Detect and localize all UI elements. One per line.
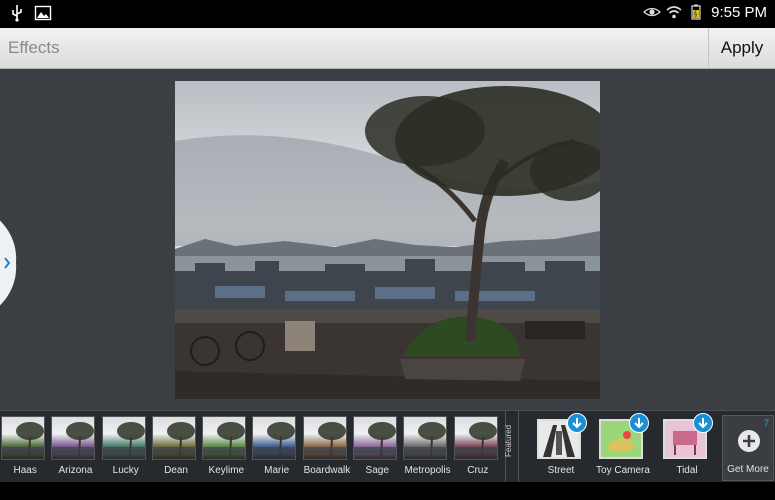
plus-icon — [738, 430, 760, 452]
filter-thumbnail — [151, 416, 196, 460]
usb-icon — [12, 5, 22, 22]
filter-thumbnail — [202, 416, 247, 460]
status-bar-left — [8, 4, 52, 22]
featured-label: Featured — [504, 424, 513, 457]
store-effect-label: Tidal — [676, 465, 698, 476]
photo-preview[interactable] — [175, 81, 600, 399]
filter-thumbnail — [1, 416, 45, 460]
filter-item[interactable]: Cruz — [453, 415, 503, 479]
effects-strip: Haas Arizona Lucky Dean Keylime Marie Boardwal… — [0, 410, 775, 483]
get-more-count: 7 — [763, 418, 769, 428]
download-icon[interactable] — [693, 413, 713, 433]
filter-thumbnail — [353, 416, 398, 460]
image-notification-icon — [34, 5, 52, 21]
status-bar-right: 9:55 PM — [643, 3, 767, 21]
filter-item[interactable]: Arizona — [50, 415, 100, 479]
filter-item[interactable]: Haas — [0, 415, 50, 479]
side-panel-handle[interactable] — [0, 215, 18, 311]
filter-thumbnail — [302, 416, 347, 460]
get-more-button[interactable]: 7 Get More — [722, 415, 774, 481]
filter-item[interactable]: Marie — [251, 415, 301, 479]
harbor-photo-image — [175, 81, 600, 399]
filter-item[interactable]: Metropolis — [402, 415, 452, 479]
download-icon[interactable] — [567, 413, 587, 433]
filter-thumbnail — [101, 416, 146, 460]
filter-label: Cruz — [467, 465, 489, 476]
page-title: Effects — [8, 38, 60, 57]
battery-icon — [691, 4, 701, 20]
filter-thumbnail — [453, 416, 498, 460]
filter-item[interactable]: Dean — [151, 415, 201, 479]
filter-thumbnail — [403, 416, 448, 460]
editor-canvas — [0, 69, 775, 410]
system-nav-bar — [0, 482, 775, 500]
filter-item[interactable]: Boardwalk — [302, 415, 352, 479]
get-more-label: Get More — [727, 464, 769, 475]
filter-item[interactable]: Lucky — [101, 415, 151, 479]
store-effect-street[interactable]: Street — [531, 413, 591, 479]
action-bar: Effects Apply — [0, 28, 775, 69]
apply-button[interactable]: Apply — [709, 28, 775, 68]
filter-thumbnail — [51, 416, 96, 460]
filter-item[interactable]: Keylime — [201, 415, 251, 479]
filter-item[interactable]: Sage — [352, 415, 402, 479]
store-effect-tidal[interactable]: Tidal — [657, 413, 717, 479]
store-effect-toy-camera[interactable]: Toy Camera — [593, 413, 653, 479]
filter-thumbnail — [252, 416, 297, 460]
eye-icon — [643, 7, 662, 17]
wifi-icon — [666, 6, 682, 19]
status-bar-time: 9:55 PM — [711, 3, 767, 21]
filter-list: Haas Arizona Lucky Dean Keylime Marie Boardwal… — [0, 415, 503, 479]
download-icon[interactable] — [629, 413, 649, 433]
status-bar: 9:55 PM — [0, 0, 775, 28]
